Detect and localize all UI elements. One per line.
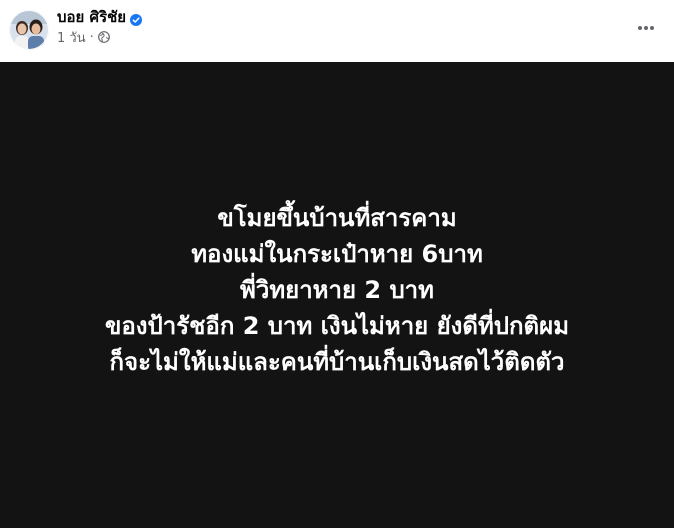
globe-icon[interactable] [97, 31, 110, 43]
post-timestamp[interactable]: 1 วัน [57, 27, 86, 48]
more-options-button[interactable] [628, 14, 664, 42]
post-text: ขโมยขึ้นบ้านที่สารคาม ทองแม่ในกระเป๋าหาย… [0, 200, 674, 380]
author-name[interactable]: บอย ศิริชัย [57, 5, 126, 29]
avatar-photo [9, 10, 49, 50]
post-header: บอย ศิริชัย 1 วัน · [0, 0, 674, 62]
post-text-line: ขโมยขึ้นบ้านที่สารคาม [217, 204, 457, 232]
post-text-line: ของป้ารัชอีก 2 บาท เงินไม่หาย ยังดีที่ปก… [104, 312, 570, 340]
post-text-line: ก็จะไม่ให้แม่และคนที่บ้านเก็บเงินสดไว้ติ… [109, 348, 565, 376]
facebook-post: บอย ศิริชัย 1 วัน · ขโมยขึ้นบ้านที่สารคา… [0, 0, 674, 528]
post-text-line: พี่วิทยาหาย 2 บาท [240, 276, 434, 304]
post-text-line: ทองแม่ในกระเป๋าหาย 6บาท [191, 240, 483, 268]
post-meta: 1 วัน · [57, 27, 110, 48]
more-options-icon [638, 26, 654, 30]
author-line: บอย ศิริชัย [57, 5, 143, 29]
post-body[interactable]: ขโมยขึ้นบ้านที่สารคาม ทองแม่ในกระเป๋าหาย… [0, 62, 674, 528]
meta-separator: · [89, 29, 94, 45]
verified-badge-icon [130, 11, 143, 26]
avatar[interactable] [9, 10, 49, 50]
